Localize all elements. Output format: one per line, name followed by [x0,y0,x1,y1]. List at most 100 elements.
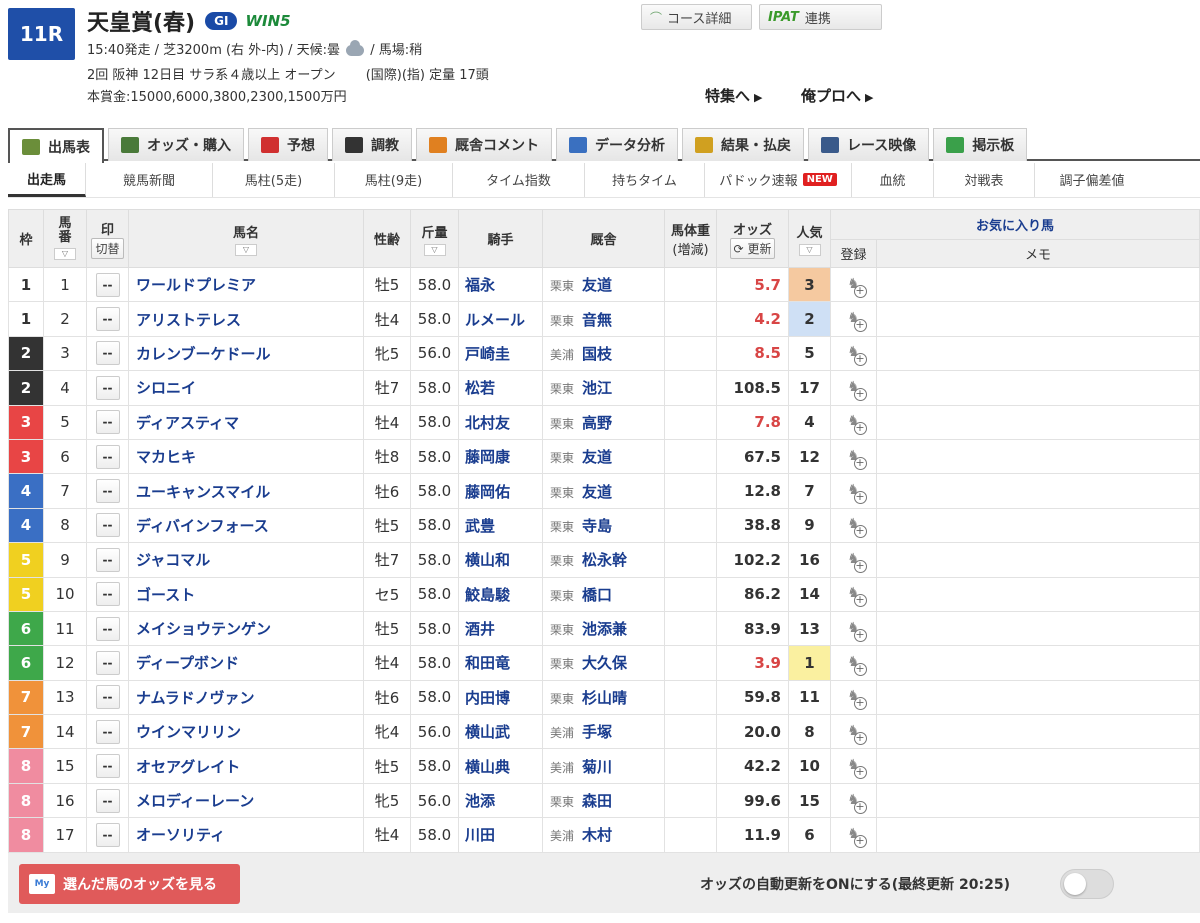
trainer-link[interactable]: 寺島 [582,517,612,535]
horse-name-link[interactable]: ディバインフォース [128,507,364,544]
add-favorite-icon[interactable]: ♞ + [843,551,867,573]
tab-3[interactable]: 予想 [248,128,328,161]
add-favorite-icon[interactable]: ♞ + [843,516,867,539]
tab-8[interactable]: レース映像 [808,128,930,161]
jockey-link[interactable]: ルメール [458,301,543,337]
tab-2[interactable]: オッズ・購入 [108,128,244,161]
subnav-item-9[interactable]: 対戦表 [934,162,1035,197]
memo-cell[interactable] [876,301,1200,337]
add-favorite-icon[interactable]: ♞ + [843,723,867,745]
trainer-link[interactable]: 国枝 [582,345,612,363]
header-popularity[interactable]: 人気 ▽ [788,209,831,268]
trainer-link[interactable]: 高野 [582,414,612,432]
horse-name-link[interactable]: オセアグレイト [128,748,364,784]
add-favorite-icon[interactable]: ♞ + [843,826,867,848]
trainer-link[interactable]: 手塚 [582,723,612,741]
jockey-link[interactable]: 藤岡佑 [458,473,543,509]
horse-name-link[interactable]: メイショウテンゲン [128,610,364,647]
trainer-link[interactable]: 音無 [582,311,612,329]
trainer-link[interactable]: 松永幹 [582,551,627,569]
trainer-link[interactable]: 友道 [582,483,612,501]
horse-name-link[interactable]: ユーキャンスマイル [128,473,364,509]
add-favorite-icon[interactable]: ♞ + [843,688,867,711]
jockey-link[interactable]: 藤岡康 [458,438,543,475]
add-favorite-icon[interactable]: ♞ + [843,482,867,505]
jockey-link[interactable]: 武豊 [458,507,543,544]
add-favorite-icon[interactable]: ♞ + [843,792,867,814]
trainer-link[interactable]: 橋口 [582,586,612,604]
memo-cell[interactable] [876,679,1200,716]
add-favorite-icon[interactable]: ♞ + [843,448,867,470]
header-horse[interactable]: 馬名 ▽ [128,209,364,268]
jockey-link[interactable]: 戸崎圭 [458,335,543,372]
add-favorite-icon[interactable]: ♞ + [843,757,867,780]
win5-logo[interactable]: WIN5 [245,12,290,30]
mark-selector[interactable]: -- [95,410,120,435]
tab-1[interactable]: 出馬表 [8,128,104,163]
jockey-link[interactable]: 内田博 [458,679,543,716]
add-favorite-icon[interactable]: ♞ + [843,310,867,333]
add-favorite-icon[interactable]: ♞ + [843,654,867,676]
subnav-item-2[interactable]: 競馬新聞 [86,162,213,197]
memo-cell[interactable] [876,610,1200,647]
header-weight[interactable]: 斤量 ▽ [410,209,459,268]
horse-name-link[interactable]: マカヒキ [128,438,364,475]
mark-selector[interactable]: -- [95,375,120,400]
mark-selector[interactable]: -- [95,822,120,847]
trainer-link[interactable]: 池添兼 [582,620,627,638]
oreplo-link[interactable]: 俺プロへ ▶ [801,85,873,106]
mark-selector[interactable]: -- [95,513,120,538]
add-favorite-icon[interactable]: ♞ + [843,344,867,367]
tab-6[interactable]: データ分析 [556,128,678,161]
sort-arrow-icon[interactable]: ▽ [423,243,446,256]
memo-cell[interactable] [876,817,1200,853]
mark-selector[interactable]: -- [95,754,120,779]
subnav-item-8[interactable]: 血統 [852,162,934,197]
view-selected-odds-button[interactable]: My 選んだ馬のオッズを見る [19,864,240,904]
mark-selector[interactable]: -- [95,616,120,641]
jockey-link[interactable]: 横山和 [458,542,543,578]
auto-update-toggle[interactable] [1060,869,1114,899]
horse-name-link[interactable]: メロディーレーン [128,782,364,819]
horse-name-link[interactable]: ゴースト [128,576,364,612]
tab-5[interactable]: 厩舎コメント [416,128,552,161]
jockey-link[interactable]: 鮫島駿 [458,576,543,612]
memo-cell[interactable] [876,370,1200,406]
sort-arrow-icon[interactable]: ▽ [235,243,257,256]
memo-cell[interactable] [876,266,1200,303]
mark-selector[interactable]: -- [95,479,120,504]
horse-name-link[interactable]: シロニイ [128,370,364,406]
trainer-link[interactable]: 菊川 [582,758,612,776]
jockey-link[interactable]: 北村友 [458,404,543,440]
trainer-link[interactable]: 池江 [582,379,612,397]
horse-name-link[interactable]: ウインマリリン [128,714,364,750]
jockey-link[interactable]: 酒井 [458,610,543,647]
memo-cell[interactable] [876,714,1200,750]
memo-cell[interactable] [876,542,1200,578]
add-favorite-icon[interactable]: ♞ + [843,379,867,401]
horse-name-link[interactable]: オーソリティ [128,817,364,853]
horse-name-link[interactable]: ディープボンド [128,645,364,681]
feature-link[interactable]: 特集へ ▶ [705,85,762,106]
memo-cell[interactable] [876,576,1200,612]
mark-selector[interactable]: -- [95,719,120,744]
subnav-item-6[interactable]: 持ちタイム [585,162,705,197]
horse-name-link[interactable]: ディアスティマ [128,404,364,440]
mark-selector[interactable]: -- [95,685,120,710]
jockey-link[interactable]: 横山武 [458,714,543,750]
trainer-link[interactable]: 友道 [582,276,612,294]
tab-9[interactable]: 掲示板 [933,128,1028,161]
add-favorite-icon[interactable]: ♞ + [843,276,867,298]
header-umaban[interactable]: 馬番 ▽ [43,209,87,268]
mark-selector[interactable]: -- [95,788,120,813]
ipat-link-button[interactable]: IPAT 連携 [759,4,882,30]
subnav-item-4[interactable]: 馬柱(9走) [335,162,453,197]
add-favorite-icon[interactable]: ♞ + [843,413,867,436]
sort-arrow-icon[interactable]: ▽ [54,248,76,260]
horse-name-link[interactable]: ナムラドノヴァン [128,679,364,716]
memo-cell[interactable] [876,748,1200,784]
add-favorite-icon[interactable]: ♞ + [843,620,867,642]
odds-refresh-button[interactable]: ⟳ 更新 [729,237,776,259]
horse-name-link[interactable]: アリストテレス [128,301,364,337]
sort-arrow-icon[interactable]: ▽ [798,243,821,256]
